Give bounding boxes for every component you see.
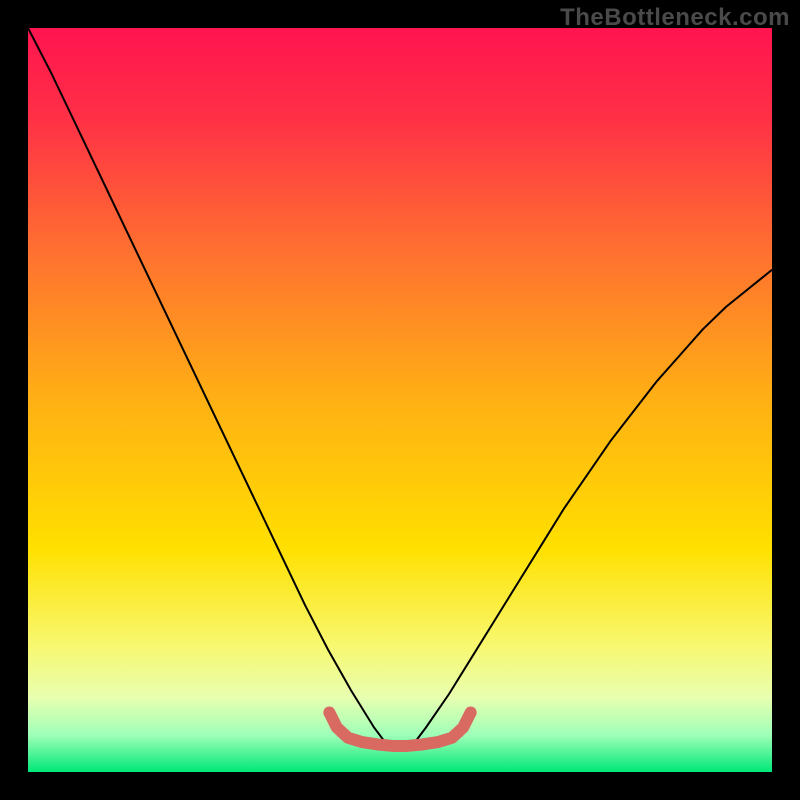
gradient-background [28, 28, 772, 772]
plot-area [28, 28, 772, 772]
chart-svg [28, 28, 772, 772]
chart-frame: TheBottleneck.com [0, 0, 800, 800]
watermark-label: TheBottleneck.com [560, 4, 790, 32]
